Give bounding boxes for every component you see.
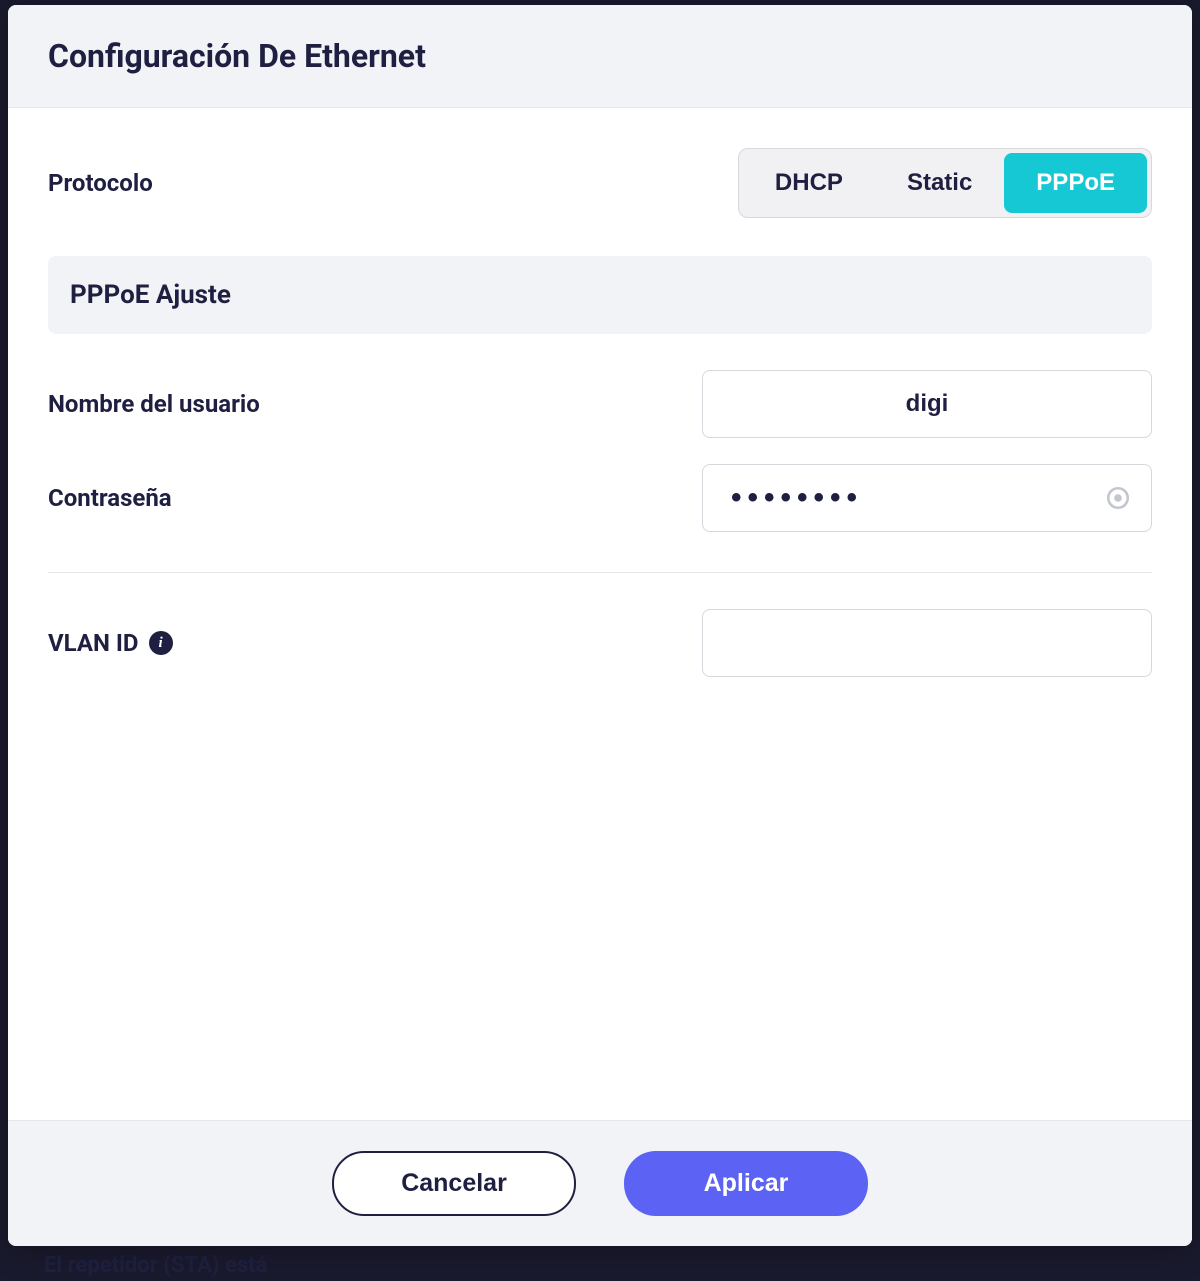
modal-body: Protocolo DHCP Static PPPoE PPPoE Ajuste… xyxy=(8,108,1192,1120)
vlan-label-text: VLAN ID xyxy=(48,629,139,657)
cancel-button[interactable]: Cancelar xyxy=(332,1151,576,1216)
background-partial-text: El repetidor (STA) está xyxy=(44,1253,267,1278)
info-icon[interactable]: i xyxy=(149,631,173,655)
protocol-option-pppoe[interactable]: PPPoE xyxy=(1004,153,1147,213)
password-wrapper xyxy=(702,464,1152,532)
protocol-option-dhcp[interactable]: DHCP xyxy=(743,153,875,213)
divider xyxy=(48,572,1152,573)
vlan-row: VLAN ID i xyxy=(48,609,1152,677)
vlan-label: VLAN ID i xyxy=(48,629,173,657)
pppoe-section-header: PPPoE Ajuste xyxy=(48,256,1152,334)
password-input[interactable] xyxy=(702,464,1152,532)
modal-footer: Cancelar Aplicar xyxy=(8,1120,1192,1246)
modal-title: Configuración De Ethernet xyxy=(48,37,1152,75)
ethernet-config-modal: Configuración De Ethernet Protocolo DHCP… xyxy=(8,5,1192,1246)
username-label: Nombre del usuario xyxy=(48,390,260,418)
apply-button[interactable]: Aplicar xyxy=(624,1151,868,1216)
protocol-label: Protocolo xyxy=(48,169,153,197)
password-label: Contraseña xyxy=(48,484,172,512)
info-icon-glyph: i xyxy=(158,635,162,652)
username-row: Nombre del usuario xyxy=(48,370,1152,438)
protocol-row: Protocolo DHCP Static PPPoE xyxy=(48,148,1152,218)
protocol-option-static[interactable]: Static xyxy=(875,153,1004,213)
modal-header: Configuración De Ethernet xyxy=(8,5,1192,108)
password-row: Contraseña xyxy=(48,464,1152,532)
vlan-input[interactable] xyxy=(702,609,1152,677)
protocol-segmented-control: DHCP Static PPPoE xyxy=(738,148,1152,218)
eye-icon[interactable] xyxy=(1104,484,1132,512)
pppoe-section-title: PPPoE Ajuste xyxy=(70,280,1130,310)
username-input[interactable] xyxy=(702,370,1152,438)
